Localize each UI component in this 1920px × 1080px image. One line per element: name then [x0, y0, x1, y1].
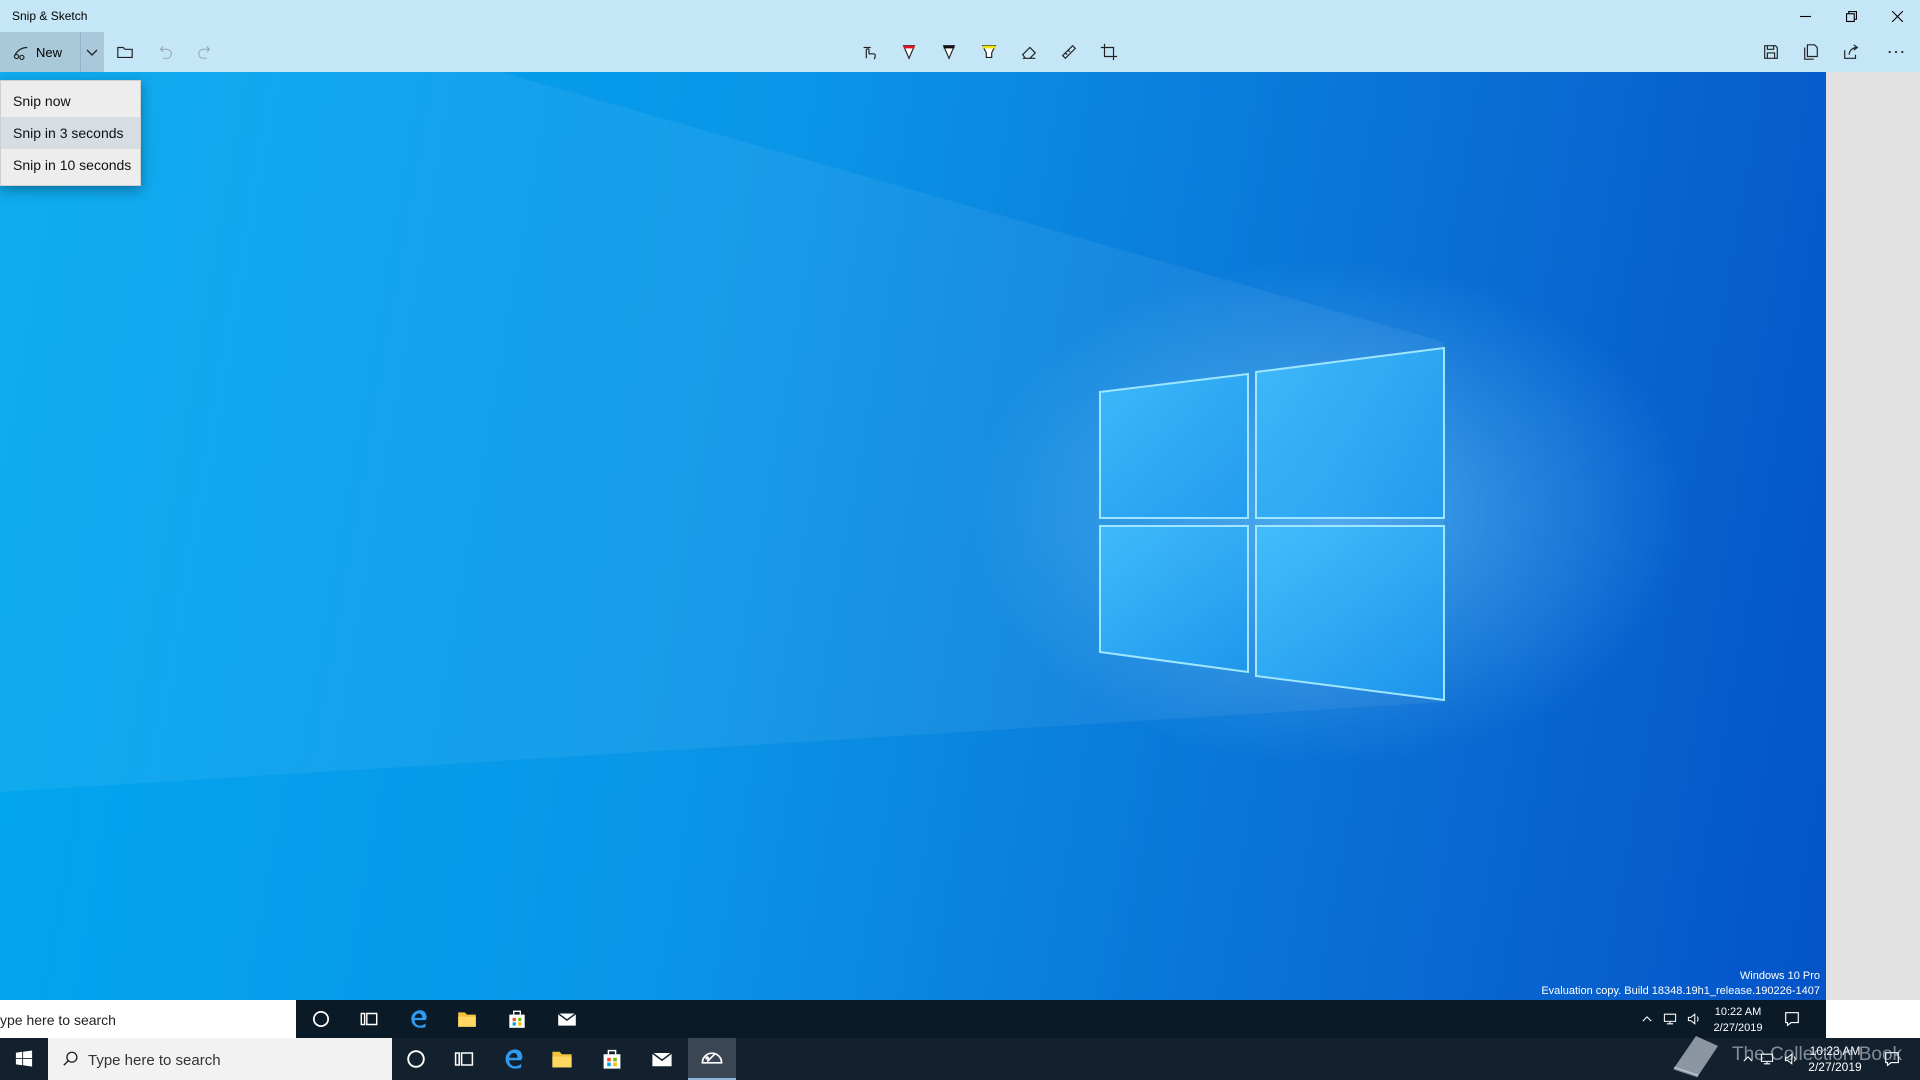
folder-icon: [117, 46, 133, 58]
snip-canvas[interactable]: Windows 10 Pro Evaluation copy. Build 18…: [0, 72, 1826, 1000]
share-icon: [1844, 44, 1859, 59]
more-icon: [1888, 50, 1904, 54]
pencil-icon: [942, 45, 956, 60]
captured-cortana-icon: [298, 1000, 344, 1038]
build-watermark: Evaluation copy. Build 18348.19h1_releas…: [1541, 985, 1820, 997]
touch-writing-icon: [863, 46, 876, 60]
crop-button[interactable]: [1092, 32, 1126, 72]
copy-icon: [1804, 44, 1818, 60]
ballpoint-pen-button[interactable]: [892, 32, 926, 72]
captured-task-view-icon: [346, 1000, 392, 1038]
overlay-watermark: The Collection Book: [1732, 1044, 1903, 1065]
cortana-icon: [407, 1050, 425, 1068]
new-snip-main[interactable]: New: [12, 32, 62, 72]
minimize-icon: [1799, 15, 1811, 17]
taskbar-search[interactable]: Type here to search: [48, 1038, 392, 1080]
copy-button[interactable]: [1794, 32, 1828, 72]
captured-notification-icon: [1770, 1000, 1814, 1038]
undo-icon: [160, 46, 172, 59]
new-snip-menu: Snip now Snip in 3 seconds Snip in 10 se…: [0, 80, 141, 186]
captured-search-box: ype here to search: [0, 1000, 296, 1038]
see-more-button[interactable]: [1876, 32, 1916, 72]
captured-tray-chevron-icon: [1636, 1000, 1658, 1038]
snip-sketch-icon: [701, 1052, 723, 1064]
new-dropdown-chevron[interactable]: [80, 32, 102, 72]
snip-icon: [13, 46, 28, 61]
save-icon: [1764, 45, 1778, 59]
captured-taskbar: ype here to search 10:22 AM 2/27/2019: [0, 1000, 1826, 1038]
windows-logo-wallpaper: [0, 72, 1445, 792]
captured-store-icon: [494, 1000, 540, 1038]
eraser-button[interactable]: [1012, 32, 1046, 72]
search-placeholder: Type here to search: [88, 1052, 221, 1069]
close-icon: [1891, 10, 1903, 22]
captured-edge-icon: [396, 1000, 442, 1038]
windows-logo-icon: [15, 1050, 33, 1067]
highlighter-icon: [981, 45, 997, 58]
windows-taskbar: Type here to search 10:23 AM 2/27/2019: [0, 1038, 1920, 1080]
eraser-icon: [1021, 46, 1037, 59]
folder-icon: [552, 1051, 572, 1068]
pencil-button[interactable]: [932, 32, 966, 72]
chevron-down-icon: [86, 49, 97, 56]
captured-search-text: ype here to search: [0, 1012, 116, 1028]
highlighter-button[interactable]: [972, 32, 1006, 72]
crop-icon: [1100, 43, 1118, 61]
save-button[interactable]: [1754, 32, 1788, 72]
touch-writing-button[interactable]: [852, 32, 886, 72]
app-title: Snip & Sketch: [12, 9, 88, 23]
task-view-icon: [454, 1052, 474, 1066]
mail-taskbar-button[interactable]: [638, 1038, 686, 1080]
minimize-button[interactable]: [1782, 0, 1828, 32]
edge-taskbar-button[interactable]: [490, 1038, 538, 1080]
captured-file-explorer-icon: [444, 1000, 490, 1038]
captured-mail-icon: [544, 1000, 590, 1038]
new-label: New: [36, 44, 63, 60]
toolbar: New: [0, 32, 1920, 103]
menu-item-snip-now[interactable]: Snip now: [1, 85, 140, 117]
file-explorer-taskbar-button[interactable]: [538, 1038, 586, 1080]
store-icon: [603, 1049, 621, 1069]
undo-button[interactable]: [150, 32, 180, 72]
edge-icon: [505, 1049, 523, 1069]
canvas-margin: [1826, 72, 1920, 1000]
close-button[interactable]: [1874, 0, 1920, 32]
edition-watermark: Windows 10 Pro: [1739, 970, 1820, 982]
ballpoint-pen-icon: [902, 45, 916, 60]
redo-icon: [198, 46, 210, 59]
share-button[interactable]: [1834, 32, 1868, 72]
restore-icon: [1845, 10, 1857, 22]
mail-icon: [651, 1052, 673, 1067]
task-view-button[interactable]: [440, 1038, 488, 1080]
new-snip-button[interactable]: New: [0, 32, 104, 72]
snip-sketch-taskbar-button[interactable]: [688, 1038, 736, 1080]
start-button[interactable]: [0, 1038, 48, 1080]
ruler-button[interactable]: [1052, 32, 1086, 72]
book-logo-icon: [1673, 1036, 1718, 1078]
open-file-button[interactable]: [110, 32, 140, 72]
cortana-button[interactable]: [392, 1038, 440, 1080]
captured-clock-time: 10:22 AM: [1714, 1006, 1762, 1018]
title-bar: Snip & Sketch: [0, 0, 1920, 32]
ruler-icon: [1061, 44, 1077, 60]
store-taskbar-button[interactable]: [588, 1038, 636, 1080]
menu-item-snip-10-seconds[interactable]: Snip in 10 seconds: [1, 149, 140, 181]
search-icon: [63, 1051, 78, 1066]
redo-button[interactable]: [190, 32, 220, 72]
restore-button[interactable]: [1828, 0, 1874, 32]
menu-item-snip-3-seconds[interactable]: Snip in 3 seconds: [1, 117, 140, 149]
